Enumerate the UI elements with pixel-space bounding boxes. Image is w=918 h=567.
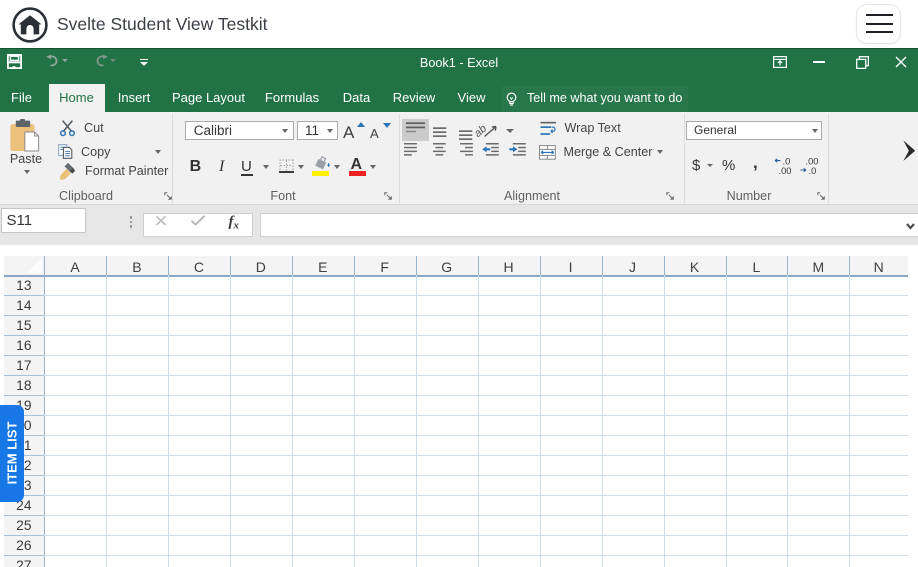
svg-text:.0: .0: [783, 157, 791, 167]
svg-text:.00: .00: [806, 157, 819, 167]
svg-text:.0: .0: [809, 166, 817, 175]
svg-text:.00: .00: [779, 166, 792, 175]
